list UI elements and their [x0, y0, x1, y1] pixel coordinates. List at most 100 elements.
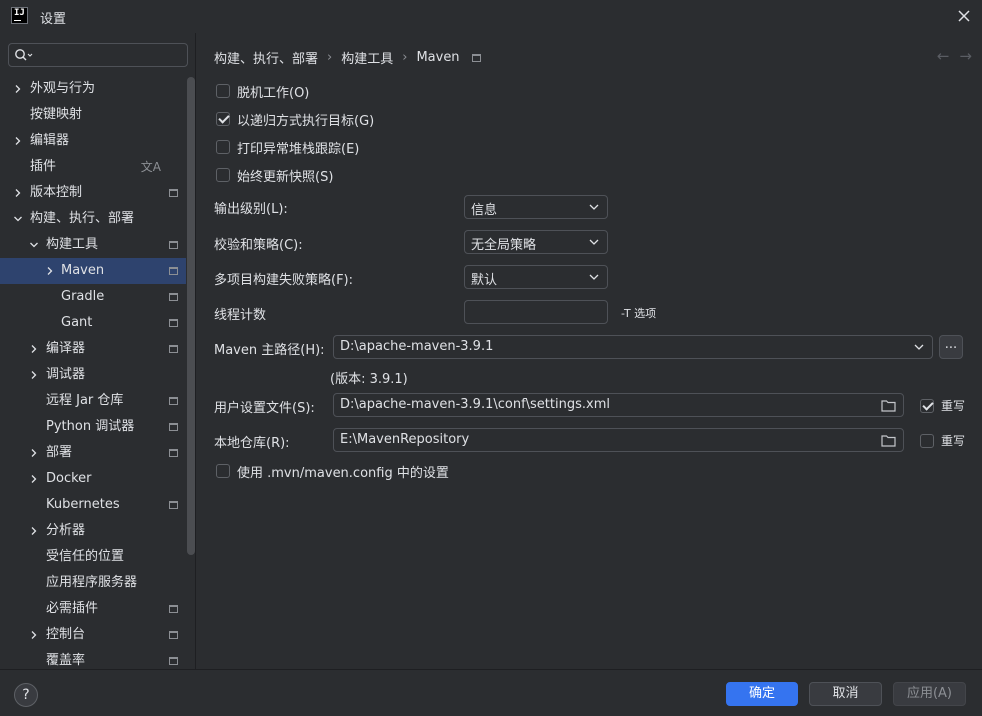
- sidebar-item[interactable]: 构建工具: [0, 232, 186, 258]
- translate-icon: 文A: [140, 160, 161, 174]
- sidebar-item[interactable]: 分析器: [0, 518, 186, 544]
- select-value: 信息: [471, 203, 498, 218]
- sidebar-item-label: 必需插件: [46, 601, 99, 616]
- sidebar-item-label: 版本控制: [30, 185, 83, 200]
- sidebar-item[interactable]: 调试器: [0, 362, 186, 388]
- chevron-right-icon[interactable]: [14, 137, 22, 145]
- work-offline-checkbox[interactable]: 脱机工作(O): [216, 82, 309, 101]
- checkbox-box[interactable]: [920, 433, 934, 448]
- sidebar-item[interactable]: 版本控制: [0, 180, 186, 206]
- checkbox-box[interactable]: [216, 464, 230, 478]
- settings-search-box[interactable]: [8, 43, 188, 67]
- update-snapshots-checkbox[interactable]: 始终更新快照(S): [216, 166, 333, 185]
- user-settings-override-checkbox[interactable]: 重写: [920, 397, 965, 414]
- checkbox-box[interactable]: [216, 84, 230, 98]
- sidebar-item[interactable]: Kubernetes: [0, 492, 186, 518]
- sidebar-item[interactable]: Python 调试器: [0, 414, 186, 440]
- folder-icon[interactable]: [881, 434, 896, 447]
- sidebar-item[interactable]: 构建、执行、部署: [0, 206, 186, 232]
- sidebar-item[interactable]: 编辑器: [0, 128, 186, 154]
- close-button[interactable]: [954, 6, 974, 26]
- forward-arrow-icon[interactable]: →: [959, 47, 972, 65]
- multiproject-fail-select[interactable]: 默认: [464, 265, 608, 289]
- chevron-right-icon[interactable]: [30, 345, 38, 353]
- chevron-right-icon[interactable]: [30, 449, 38, 457]
- title-bar: IJ 设置: [0, 0, 982, 33]
- recursive-goals-checkbox[interactable]: 以递归方式执行目标(G): [216, 110, 375, 129]
- chevron-down-icon: [589, 274, 599, 280]
- chevron-right-icon[interactable]: [30, 527, 38, 535]
- project-scope-icon: [169, 423, 178, 431]
- chevron-right-icon[interactable]: [30, 631, 38, 639]
- chevron-down-icon[interactable]: [14, 215, 22, 223]
- sidebar-item[interactable]: 外观与行为: [0, 76, 186, 102]
- folder-icon[interactable]: [881, 399, 896, 412]
- cancel-button[interactable]: 取消: [809, 682, 882, 706]
- print-stacktrace-checkbox[interactable]: 打印异常堆栈跟踪(E): [216, 138, 359, 157]
- sidebar-item[interactable]: 插件 文A: [0, 154, 186, 180]
- breadcrumb-item: Maven: [416, 50, 460, 65]
- app-logo-icon: IJ: [11, 7, 28, 24]
- sidebar-item-label: Gradle: [61, 289, 105, 304]
- sidebar-item[interactable]: Docker: [0, 466, 186, 492]
- chevron-down-icon[interactable]: [30, 241, 38, 249]
- help-button[interactable]: ?: [14, 683, 38, 707]
- maven-home-select[interactable]: D:\apache-maven-3.9.1: [333, 335, 933, 359]
- sidebar-item[interactable]: 控制台: [0, 622, 186, 648]
- use-mvn-config-checkbox[interactable]: 使用 .mvn/maven.config 中的设置: [216, 462, 449, 481]
- checkbox-label: 使用 .mvn/maven.config 中的设置: [237, 465, 449, 481]
- checkbox-box[interactable]: [920, 398, 934, 413]
- sidebar-item[interactable]: 必需插件: [0, 596, 186, 622]
- chevron-right-icon[interactable]: [30, 371, 38, 379]
- sidebar-scrollbar[interactable]: [187, 77, 195, 555]
- sidebar-item-label: Gant: [61, 315, 93, 330]
- thread-count-label: 线程计数: [214, 308, 267, 323]
- sidebar-item-label: 构建工具: [46, 237, 99, 252]
- breadcrumb-item[interactable]: 构建工具: [341, 48, 393, 67]
- output-level-select[interactable]: 信息: [464, 195, 608, 219]
- chevron-down-icon: [914, 344, 924, 350]
- thread-count-input[interactable]: [464, 300, 608, 324]
- back-arrow-icon[interactable]: ←: [937, 47, 950, 65]
- sidebar-item[interactable]: 按键映射: [0, 102, 186, 128]
- sidebar-item-label: 应用程序服务器: [46, 575, 138, 590]
- checkbox-box[interactable]: [216, 140, 230, 154]
- maven-version-label: (版本: 3.9.1): [330, 372, 408, 387]
- checkbox-box[interactable]: [216, 112, 230, 126]
- sidebar-item-label: 分析器: [46, 523, 86, 538]
- checkbox-box[interactable]: [216, 168, 230, 182]
- sidebar-item[interactable]: Maven: [0, 258, 186, 284]
- sidebar-item-label: 控制台: [46, 627, 86, 642]
- sidebar-item[interactable]: 受信任的位置: [0, 544, 186, 570]
- settings-search-input[interactable]: [37, 46, 185, 64]
- checksum-policy-select[interactable]: 无全局策略: [464, 230, 608, 254]
- breadcrumb-item[interactable]: 构建、执行、部署: [214, 48, 318, 67]
- browse-maven-home-button[interactable]: ...: [939, 335, 963, 359]
- sidebar-item[interactable]: Gant: [0, 310, 186, 336]
- project-scope-icon: [169, 345, 178, 353]
- sidebar-item[interactable]: 应用程序服务器: [0, 570, 186, 596]
- local-repo-override-checkbox[interactable]: 重写: [920, 432, 965, 449]
- chevron-right-icon[interactable]: [14, 85, 22, 93]
- sidebar-item[interactable]: 远程 Jar 仓库: [0, 388, 186, 414]
- checkbox-label: 以递归方式执行目标(G): [237, 113, 375, 129]
- window-title: 设置: [40, 12, 67, 27]
- chevron-down-icon: [589, 204, 599, 210]
- sidebar-item-label: Maven: [61, 263, 105, 278]
- chevron-right-icon[interactable]: [46, 267, 54, 275]
- sidebar-item[interactable]: Gradle: [0, 284, 186, 310]
- chevron-right-icon[interactable]: [14, 189, 22, 197]
- user-settings-input[interactable]: D:\apache-maven-3.9.1\conf\settings.xml: [333, 393, 904, 417]
- sidebar-item-label: 编译器: [46, 341, 86, 356]
- local-repo-input[interactable]: E:\MavenRepository: [333, 428, 904, 452]
- dialog-footer: ? 确定 取消 应用(A): [0, 669, 982, 716]
- sidebar-item[interactable]: 编译器: [0, 336, 186, 362]
- sidebar-item-label: 受信任的位置: [46, 549, 125, 564]
- chevron-right-icon[interactable]: [30, 475, 38, 483]
- ok-button[interactable]: 确定: [726, 682, 798, 706]
- sidebar-item-label: 构建、执行、部署: [30, 211, 135, 226]
- sidebar-item[interactable]: 部署: [0, 440, 186, 466]
- project-scope-icon: [169, 293, 178, 301]
- sidebar-item[interactable]: 覆盖率: [0, 648, 186, 669]
- apply-button[interactable]: 应用(A): [893, 682, 966, 706]
